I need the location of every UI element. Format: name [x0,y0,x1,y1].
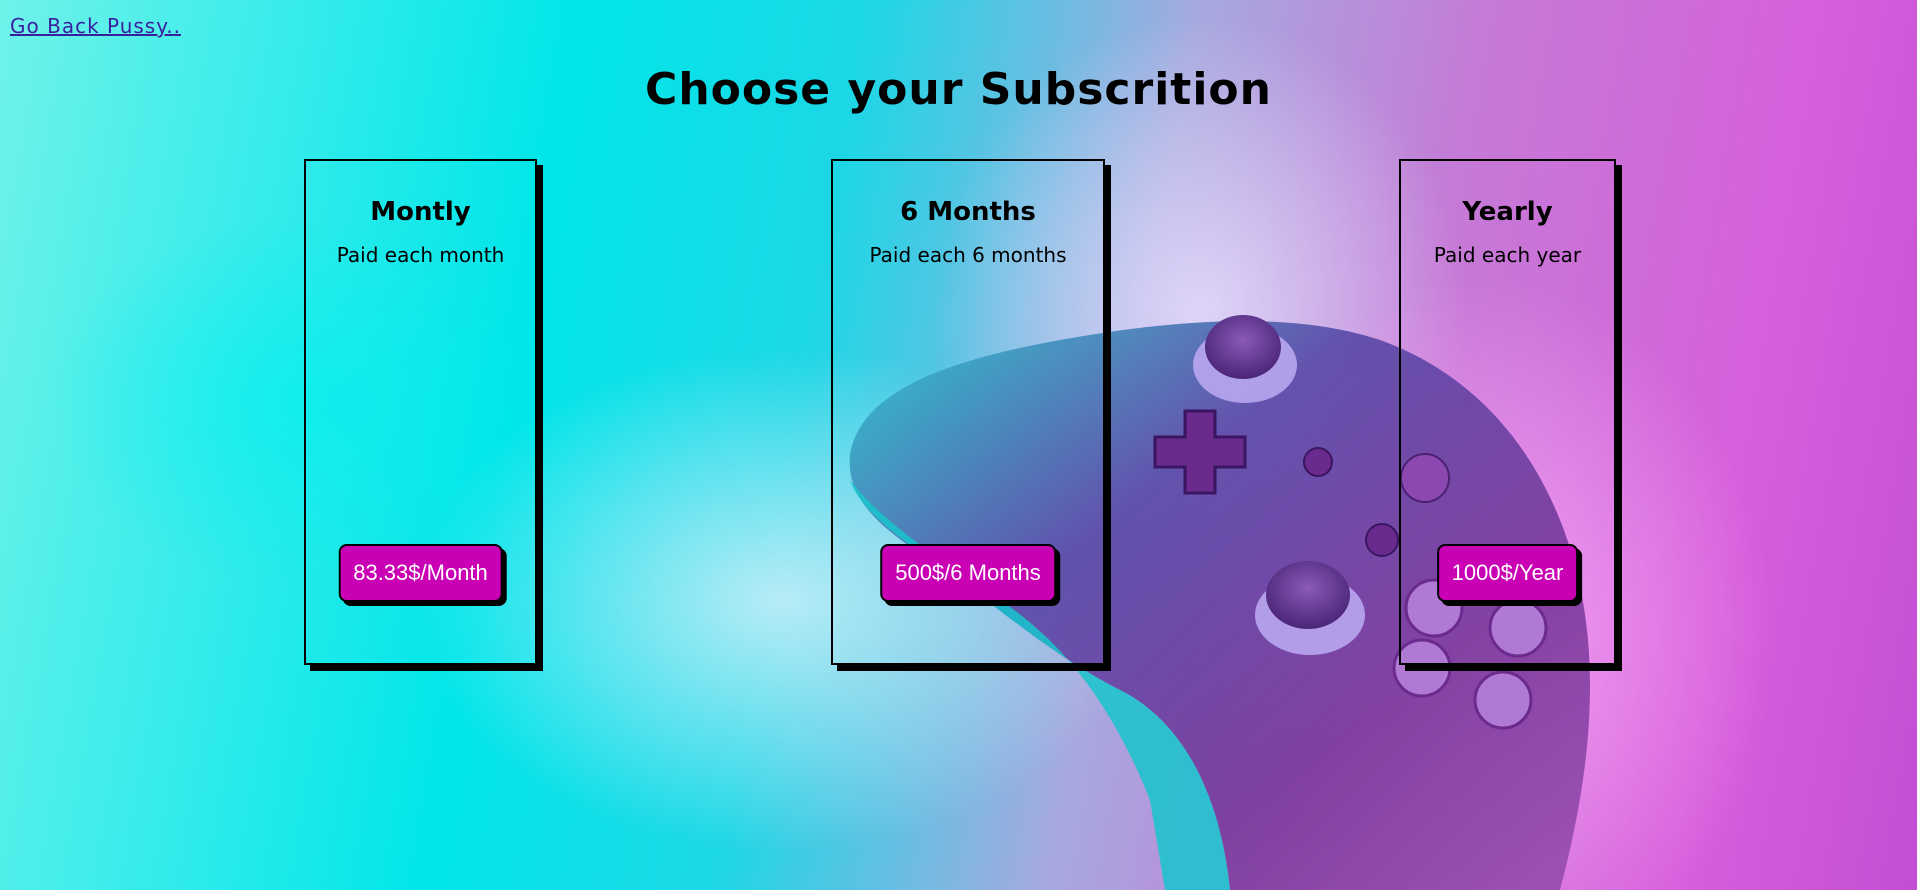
plan-description: Paid each year [1433,243,1582,267]
plan-name: Montly [370,197,471,227]
monthly-price-button[interactable]: 83.33$/Month [338,544,503,602]
yearly-price-button[interactable]: 1000$/Year [1436,544,1579,602]
plan-card-6-months: 6 Months Paid each 6 months 500$/6 Month… [831,159,1105,665]
page-title: Choose your Subscrition [645,64,1272,115]
plan-description: Paid each 6 months [869,243,1067,267]
plan-description: Paid each month [336,243,505,267]
plan-name: 6 Months [900,197,1036,227]
go-back-link[interactable]: Go Back Pussy.. [10,14,181,38]
plan-name: Yearly [1462,197,1553,227]
six-months-price-button[interactable]: 500$/6 Months [880,544,1056,602]
plan-card-monthly: Montly Paid each month 83.33$/Month [304,159,537,665]
plan-card-yearly: Yearly Paid each year 1000$/Year [1399,159,1616,665]
